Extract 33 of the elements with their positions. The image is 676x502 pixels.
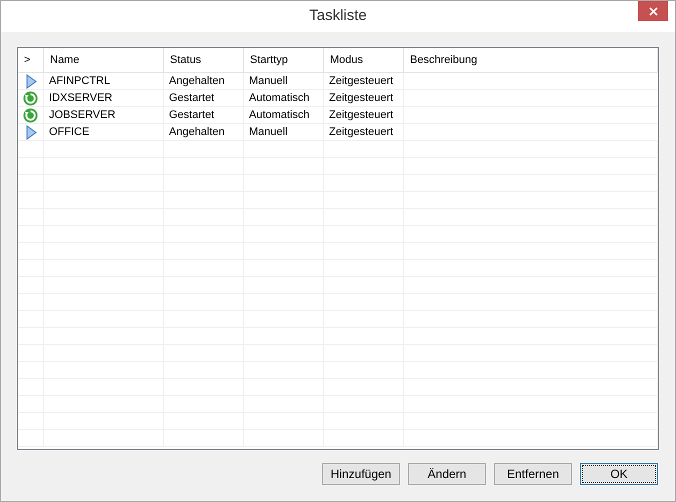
column-header[interactable]: Beschreibung: [404, 48, 658, 72]
table-cell: Zeitgesteuert: [324, 107, 404, 123]
close-button[interactable]: [638, 1, 668, 21]
table-cell: OFFICE: [44, 124, 164, 140]
dialog-button[interactable]: Hinzufügen: [322, 463, 400, 485]
column-header[interactable]: Name: [44, 48, 164, 72]
table-cell: Automatisch: [244, 107, 324, 123]
table-cell: Zeitgesteuert: [324, 73, 404, 89]
column-header[interactable]: Status: [164, 48, 244, 72]
table-cell: Gestartet: [164, 107, 244, 123]
table-cell: JOBSERVER: [44, 107, 164, 123]
play-icon: [24, 74, 36, 88]
table-cell: Manuell: [244, 124, 324, 140]
restart-icon: [23, 90, 38, 106]
table-cell: Angehalten: [164, 73, 244, 89]
table-cell: IDXSERVER: [44, 90, 164, 106]
table-cell: Manuell: [244, 73, 324, 89]
dialog-button[interactable]: Ändern: [408, 463, 486, 485]
table-cell: AFINPCTRL: [44, 73, 164, 89]
restart-icon: [23, 108, 38, 122]
close-icon: [648, 6, 658, 16]
dialog-button[interactable]: Entfernen: [494, 463, 572, 485]
table-cell: Zeitgesteuert: [324, 90, 404, 106]
column-header[interactable]: Modus: [324, 48, 404, 72]
table-cell: Gestartet: [164, 90, 244, 106]
column-header[interactable]: >: [18, 48, 44, 72]
column-header[interactable]: Starttyp: [244, 48, 324, 72]
table-cell: Automatisch: [244, 90, 324, 106]
window-title: Taskliste: [309, 6, 367, 26]
play-icon: [24, 124, 36, 140]
dialog-button[interactable]: OK: [580, 463, 658, 485]
table-cell: Zeitgesteuert: [324, 124, 404, 140]
table-cell: Angehalten: [164, 124, 244, 140]
